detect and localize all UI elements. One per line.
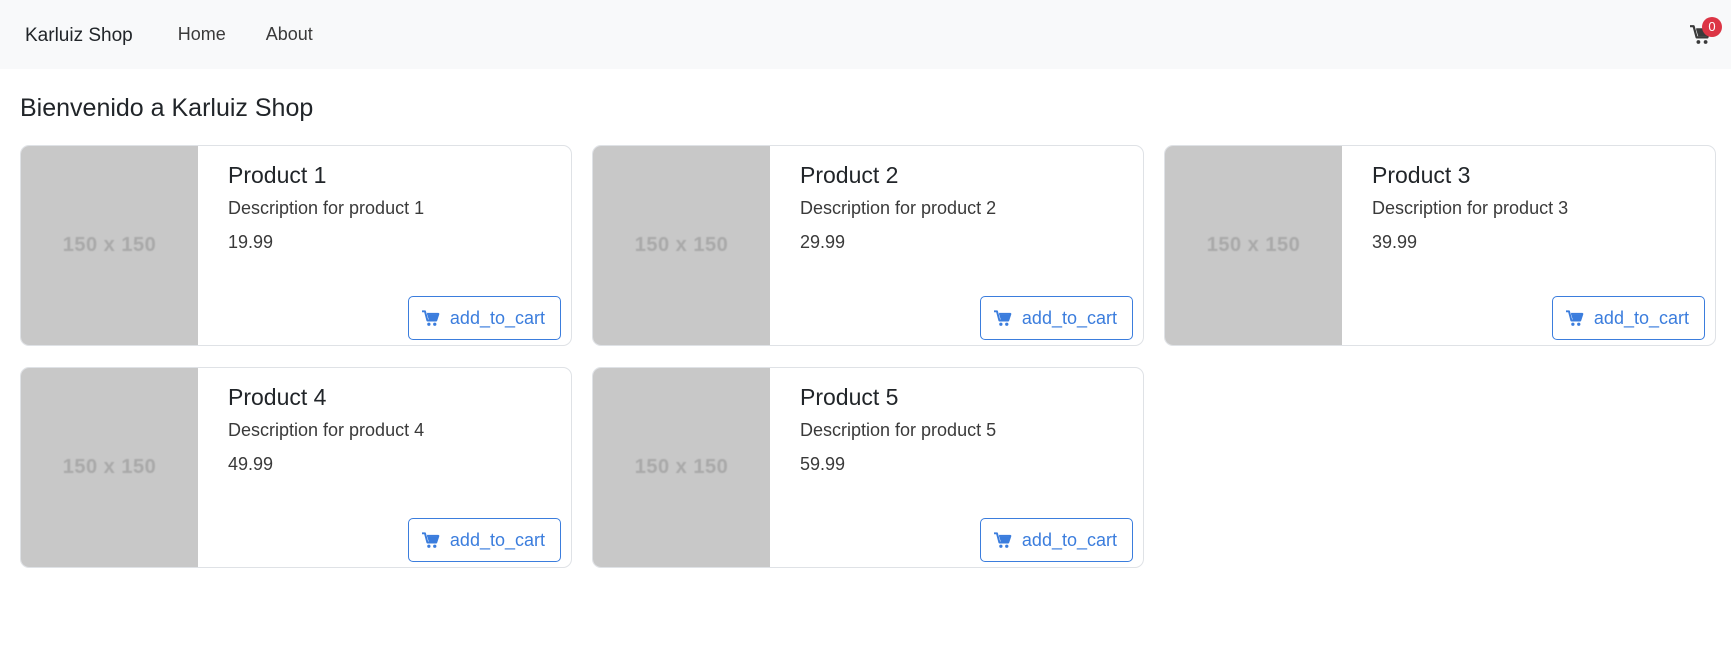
add-to-cart-label: add_to_cart — [1021, 529, 1117, 550]
top-navbar: Karluiz Shop Home About 0 — [0, 0, 1731, 69]
add-to-cart-button[interactable]: add_to_cart — [979, 296, 1133, 340]
product-description: Description for product 4 — [228, 420, 425, 440]
product-card: 150 x 150 Product 5 Description for prod… — [592, 367, 1144, 568]
add-to-cart-button[interactable]: add_to_cart — [407, 296, 561, 340]
product-price: 29.99 — [800, 232, 846, 252]
shopping-cart-icon — [421, 531, 440, 549]
shopping-cart-icon — [1565, 309, 1584, 327]
product-name: Product 5 — [800, 384, 899, 410]
nav-link-about[interactable]: About — [266, 24, 313, 45]
cart-button[interactable]: 0 — [1690, 17, 1722, 48]
add-to-cart-button[interactable]: add_to_cart — [979, 518, 1133, 562]
add-to-cart-label: add_to_cart — [449, 307, 545, 328]
add-to-cart-button[interactable]: add_to_cart — [407, 518, 561, 562]
brand-link[interactable]: Karluiz Shop — [25, 25, 133, 47]
add-to-cart-label: add_to_cart — [1593, 307, 1689, 328]
product-description: Description for product 2 — [800, 198, 997, 218]
product-name: Product 3 — [1372, 162, 1471, 188]
product-card: 150 x 150 Product 2 Description for prod… — [592, 145, 1144, 346]
product-image-text: 150 x 150 — [634, 456, 729, 478]
product-price: 19.99 — [228, 232, 274, 252]
product-card: 150 x 150 Product 4 Description for prod… — [20, 367, 572, 568]
add-to-cart-label: add_to_cart — [449, 529, 545, 550]
product-price: 59.99 — [800, 454, 846, 474]
page-title: Bienvenido a Karluiz Shop — [20, 94, 314, 122]
cart-count-badge: 0 — [1702, 17, 1722, 37]
product-description: Description for product 5 — [800, 420, 997, 440]
add-to-cart-label: add_to_cart — [1021, 307, 1117, 328]
product-description: Description for product 3 — [1372, 198, 1569, 218]
shopping-cart-icon — [421, 309, 440, 327]
product-image-placeholder: 150 x 150 — [1165, 146, 1342, 345]
product-image-placeholder: 150 x 150 — [593, 146, 770, 345]
product-image-placeholder: 150 x 150 — [21, 146, 198, 345]
product-image-text: 150 x 150 — [634, 234, 729, 256]
product-price: 49.99 — [228, 454, 274, 474]
nav-link-home[interactable]: Home — [178, 24, 226, 45]
product-description: Description for product 1 — [228, 198, 425, 218]
add-to-cart-button[interactable]: add_to_cart — [1551, 296, 1705, 340]
product-price: 39.99 — [1372, 232, 1418, 252]
shopping-cart-icon — [993, 309, 1012, 327]
product-name: Product 1 — [228, 162, 327, 188]
product-name: Product 2 — [800, 162, 899, 188]
product-card: 150 x 150 Product 3 Description for prod… — [1164, 145, 1716, 346]
product-card: 150 x 150 Product 1 Description for prod… — [20, 145, 572, 346]
shopping-cart-icon — [993, 531, 1012, 549]
product-image-text: 150 x 150 — [1206, 234, 1301, 256]
product-image-placeholder: 150 x 150 — [593, 368, 770, 567]
product-image-text: 150 x 150 — [62, 456, 157, 478]
product-name: Product 4 — [228, 384, 327, 410]
product-grid: 150 x 150 Product 1 Description for prod… — [20, 145, 1717, 568]
product-image-placeholder: 150 x 150 — [21, 368, 198, 567]
product-image-text: 150 x 150 — [62, 234, 157, 256]
